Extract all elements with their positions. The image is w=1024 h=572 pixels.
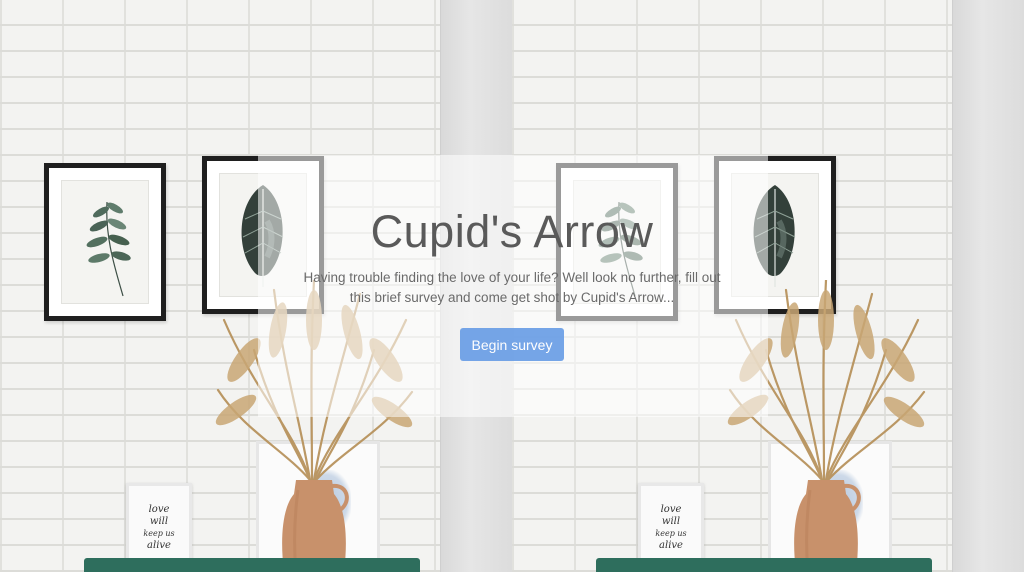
svg-text:keep us: keep us — [655, 529, 686, 538]
hero-subtitle: Having trouble finding the love of your … — [303, 270, 721, 305]
svg-text:alive: alive — [147, 540, 171, 551]
svg-text:will: will — [662, 516, 680, 527]
green-table — [596, 558, 932, 572]
love-will-keep-us-alive-print: love will keep us alive — [143, 504, 174, 551]
love-print-frame: love will keep us alive — [126, 483, 192, 567]
svg-text:keep us: keep us — [143, 529, 174, 538]
green-table — [84, 558, 420, 572]
hero-background: love will keep us alive love will keep u… — [0, 0, 1024, 572]
svg-text:alive: alive — [659, 540, 683, 551]
love-will-keep-us-alive-print: love will keep us alive — [655, 504, 686, 551]
love-print-frame: love will keep us alive — [638, 483, 704, 567]
begin-survey-button[interactable]: Begin survey — [460, 328, 564, 361]
svg-text:love: love — [149, 504, 170, 515]
wall-pillar — [952, 0, 1024, 572]
svg-text:love: love — [661, 504, 682, 515]
svg-text:will: will — [150, 516, 168, 527]
page-title: Cupid's Arrow — [370, 206, 654, 257]
